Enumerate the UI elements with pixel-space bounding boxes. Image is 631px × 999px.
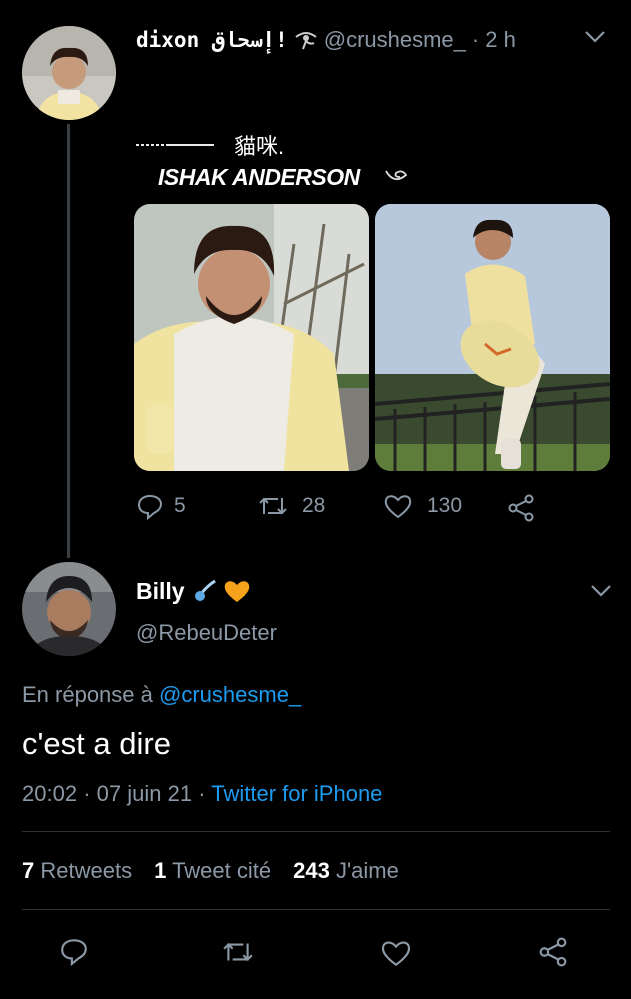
quotes-count: 1 [154, 858, 167, 883]
likes-count: 243 [293, 858, 330, 883]
avatar-dixon[interactable] [22, 26, 116, 120]
comet-icon [193, 578, 219, 604]
reply-chevron-down-icon[interactable] [590, 584, 612, 598]
reply-icon [61, 939, 87, 966]
in-reply-to: En réponse à @crushesme_ [22, 682, 301, 708]
source-link[interactable]: Twitter for iPhone [211, 781, 382, 806]
like-button[interactable] [380, 938, 412, 968]
tweet-text-line1: 貓咪. [136, 130, 284, 160]
photo-1[interactable] [134, 204, 369, 471]
retweet-action[interactable]: 28 [258, 492, 325, 520]
reply-date: 07 juin 21 [96, 781, 193, 806]
retweet-count: 28 [302, 494, 326, 517]
in-reply-handle-link[interactable]: @crushesme_ [159, 682, 301, 707]
reply-icon [136, 492, 164, 520]
tweet-text-chinese: 貓咪. [234, 134, 285, 159]
in-reply-prefix: En réponse à [22, 682, 153, 707]
dashed-line-icon [136, 144, 214, 146]
retweet-icon [258, 492, 288, 520]
quotes-label: Tweet cité [172, 858, 272, 883]
heart-icon [383, 492, 413, 520]
retweet-button[interactable] [222, 937, 254, 967]
retweets-label: Retweets [40, 858, 133, 883]
likes-label: J'aime [335, 858, 399, 883]
reply-text: c'est a dire [22, 726, 171, 761]
tweet-header: dixon إسحاق! @crushesme_ · 2 h [136, 25, 606, 55]
meta-dot-2: · [198, 781, 212, 806]
share-icon [539, 937, 567, 967]
quotes-stat[interactable]: 1 Tweet cité [154, 858, 271, 884]
thread-line [67, 124, 70, 558]
tweet-text-name: ISHAK ANDERSON [158, 163, 360, 190]
handle[interactable]: @crushesme_ [324, 27, 466, 53]
photo-2[interactable] [375, 204, 610, 471]
like-count: 130 [427, 494, 463, 517]
avatar-billy[interactable] [22, 562, 116, 656]
reply-time: 20:02 [22, 781, 78, 806]
heart-icon [381, 941, 411, 967]
divider-top [22, 831, 610, 832]
retweets-count: 7 [22, 858, 35, 883]
retweets-stat[interactable]: 7 Retweets [22, 858, 132, 884]
share-icon[interactable] [507, 494, 535, 522]
share-button[interactable] [538, 937, 568, 967]
orange-heart-icon [223, 578, 251, 604]
divider-bottom [22, 909, 610, 910]
reply-display-name[interactable]: Billy [136, 578, 185, 605]
engagement-stats: 7 Retweets 1 Tweet cité 243 J'aime [22, 858, 399, 884]
reply-action[interactable]: 5 [136, 492, 186, 520]
separator-dot: · [471, 27, 480, 52]
reply-handle[interactable]: @RebeuDeter [136, 620, 277, 646]
reply-button[interactable] [59, 936, 89, 966]
display-name[interactable]: dixon إسحاق! [136, 28, 288, 52]
reply-name-row: Billy [136, 574, 251, 608]
chevron-down-icon[interactable] [584, 30, 606, 44]
retweet-icon [223, 943, 253, 961]
reply-count: 5 [174, 494, 186, 517]
meta-dot-1: · [83, 781, 97, 806]
swirl-icon [384, 167, 410, 187]
timestamp[interactable]: 2 h [485, 27, 516, 53]
like-action[interactable]: 130 [383, 492, 462, 520]
eye-of-horus-icon [294, 29, 318, 51]
likes-stat[interactable]: 243 J'aime [293, 858, 399, 884]
tweet-text-line2: ISHAK ANDERSON [158, 162, 410, 192]
reply-meta: 20:02 · 07 juin 21 · Twitter for iPhone [22, 781, 382, 807]
